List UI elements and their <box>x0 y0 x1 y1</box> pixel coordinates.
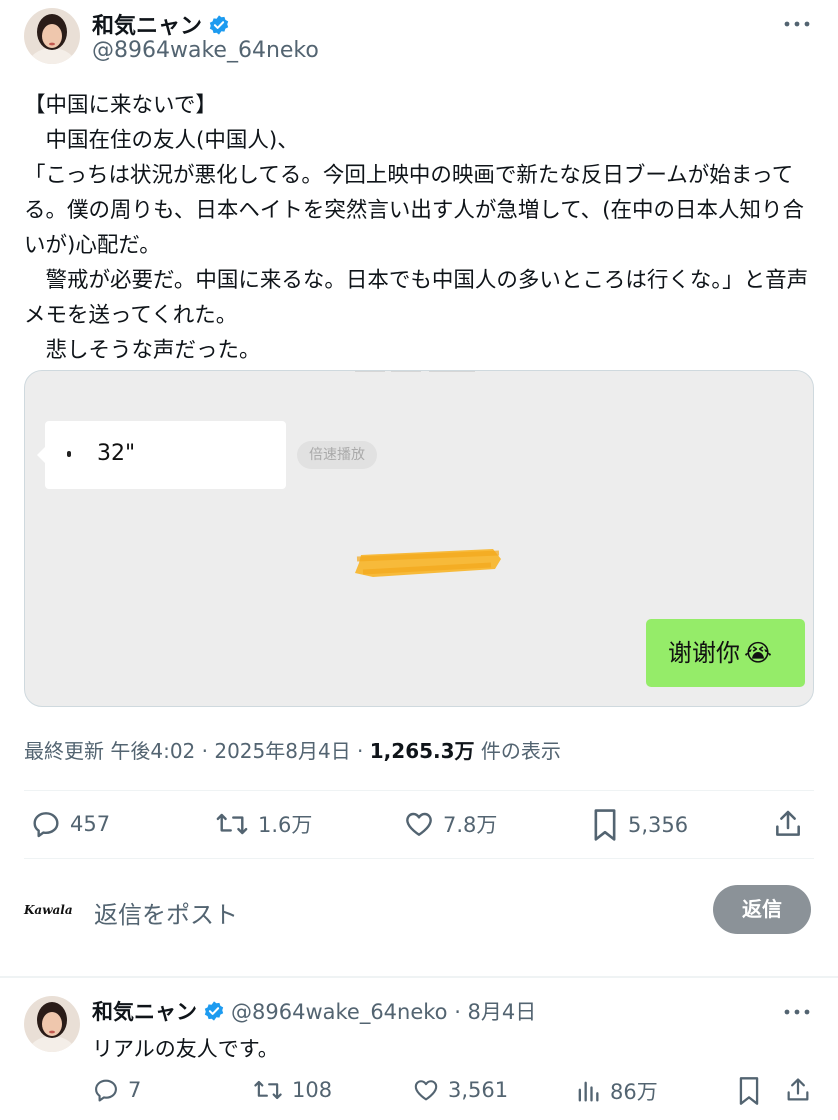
more-options-icon[interactable] <box>782 12 812 41</box>
view-count: 1,265.3万 <box>369 739 475 763</box>
crying-emoji-icon: 😭 <box>744 639 773 667</box>
reply-avatar[interactable] <box>24 996 80 1052</box>
bookmark-icon <box>739 1077 759 1105</box>
handle[interactable]: @8964wake_64neko <box>92 38 319 63</box>
timestamp[interactable]: 最終更新 午後4:02 · 2025年8月4日 · <box>24 739 370 763</box>
reply-button[interactable]: 7 <box>92 1076 141 1104</box>
reply-button[interactable]: 457 <box>30 808 110 840</box>
views-button[interactable]: 86万 <box>574 1076 658 1106</box>
display-name[interactable]: 和気ニャン <box>92 14 202 39</box>
repost-icon <box>254 1080 282 1100</box>
view-count-label: 件の表示 <box>474 739 561 763</box>
reply-tweet-text: リアルの友人です。 <box>92 1037 279 1061</box>
bookmark-button[interactable]: 5,356 <box>590 808 688 842</box>
bookmark-count: 5,356 <box>628 813 689 837</box>
bookmark-icon <box>594 809 616 841</box>
tweet-meta: 最終更新 午後4:02 · 2025年8月4日 · 1,265.3万 件の表示 <box>24 735 561 764</box>
reply-count: 457 <box>70 812 111 836</box>
composer-avatar: Kawala <box>24 903 73 917</box>
share-button[interactable] <box>784 1076 820 1104</box>
outgoing-message-text: 谢谢你 <box>668 639 740 667</box>
media-image[interactable]: 32" 倍速播放 谢谢你 😭 <box>24 370 814 707</box>
bookmark-button[interactable] <box>736 1076 770 1106</box>
reply-icon <box>33 812 59 838</box>
heart-icon <box>406 812 432 836</box>
like-count: 3,561 <box>448 1078 509 1102</box>
repost-count: 108 <box>292 1078 333 1102</box>
like-count: 7.8万 <box>443 813 498 837</box>
speed-playback-chip: 倍速播放 <box>297 441 377 469</box>
divider <box>24 858 814 859</box>
voice-message-bubble[interactable]: 32" <box>37 421 286 489</box>
verified-badge-icon <box>204 1001 224 1021</box>
share-button[interactable] <box>772 808 812 840</box>
outgoing-message-bubble: 谢谢你 😭 <box>646 619 805 687</box>
share-icon <box>776 810 800 836</box>
verified-badge-icon <box>209 15 229 35</box>
voice-duration: 32" <box>97 441 136 466</box>
like-button[interactable]: 7.8万 <box>403 808 497 840</box>
reply-count: 7 <box>128 1078 142 1102</box>
reply-input[interactable]: 返信をポスト <box>94 895 238 930</box>
reply-icon <box>95 1079 117 1102</box>
divider <box>24 790 814 791</box>
reply-handle-date[interactable]: @8964wake_64neko · 8月4日 <box>231 1000 536 1024</box>
cropped-header-fragment <box>355 371 495 375</box>
voice-wave-icon <box>67 451 71 457</box>
repost-button[interactable]: 108 <box>252 1076 332 1104</box>
avatar[interactable] <box>24 8 80 64</box>
share-icon <box>787 1078 809 1101</box>
views-count: 86万 <box>610 1080 658 1104</box>
repost-count: 1.6万 <box>258 813 313 837</box>
tweet-text: 【中国に来ないで】 中国在住の友人(中国人)、 「こっちは状況が悪化してる。今回… <box>24 93 809 363</box>
section-divider <box>0 976 838 978</box>
repost-button[interactable]: 1.6万 <box>214 808 312 840</box>
repost-icon <box>216 813 248 835</box>
redaction-mark <box>355 549 501 577</box>
bar-chart-icon <box>578 1081 599 1102</box>
like-button[interactable]: 3,561 <box>412 1076 508 1104</box>
more-options-icon[interactable] <box>782 1000 812 1029</box>
submit-reply-button[interactable]: 返信 <box>713 885 811 934</box>
heart-icon <box>414 1080 438 1101</box>
reply-display-name[interactable]: 和気ニャン <box>92 1000 197 1024</box>
